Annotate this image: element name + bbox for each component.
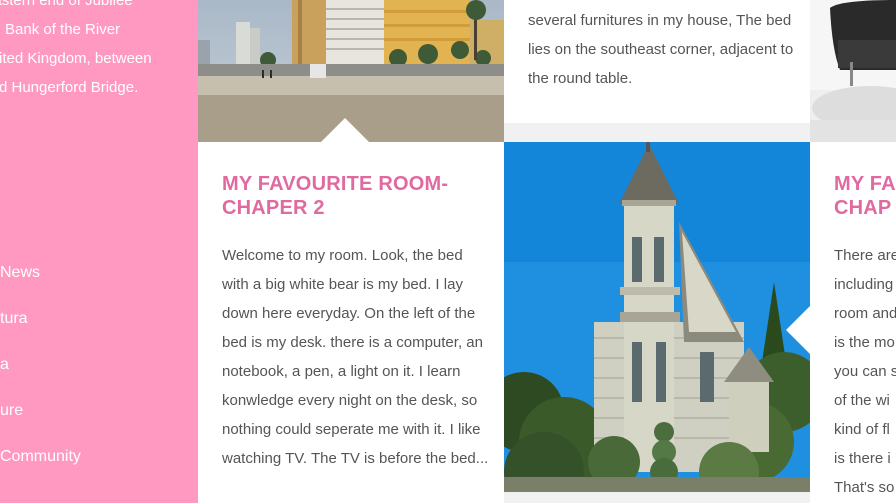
post-excerpt-line: of the wi <box>834 392 890 409</box>
post-excerpt-line: room and <box>834 305 896 322</box>
sidebar-description-line: ited Kingdom, between <box>0 50 152 67</box>
post-title[interactable]: MY FA CHAP <box>834 172 896 220</box>
post-card-favourite-room[interactable]: MY FAVOURITE ROOM-CHAPER 2 Welcome to my… <box>198 142 504 503</box>
sidebar: the eastern end of Jubilee Bank of the R… <box>0 0 198 503</box>
nav-item-a[interactable]: a <box>0 352 81 378</box>
post-image-living-room[interactable] <box>810 0 896 142</box>
post-title[interactable]: MY FAVOURITE ROOM-CHAPER 2 <box>222 172 492 220</box>
nav-item-community[interactable]: Community <box>0 444 81 470</box>
post-excerpt: Welcome to my room. Look, the bed with a… <box>222 247 489 467</box>
post-excerpt-line: is the mo <box>834 334 895 351</box>
post-excerpt-line: including <box>834 276 894 293</box>
active-post-pointer <box>321 118 369 142</box>
nav-item-nature[interactable]: ure <box>0 398 81 424</box>
post-card-furnitures[interactable]: several furnitures in my house, The bed … <box>504 0 810 123</box>
nav-item-news[interactable]: News <box>0 260 81 286</box>
active-post-pointer <box>786 306 810 354</box>
sidebar-description-line: the eastern end of Jubilee <box>0 0 133 9</box>
post-card-right[interactable]: MY FA CHAP There are including room and … <box>810 142 896 503</box>
post-excerpt-line: That's so <box>834 479 895 496</box>
sidebar-description: the eastern end of Jubilee Bank of the R… <box>0 0 192 102</box>
post-excerpt-line: you can s <box>834 363 896 380</box>
post-excerpt: several furnitures in my house, The bed … <box>528 12 794 87</box>
post-excerpt: There are including room and is the mo y… <box>834 241 896 502</box>
post-excerpt-line: is there i <box>834 450 891 467</box>
post-image-victorian-house[interactable] <box>504 142 810 492</box>
nav-item-cultura[interactable]: tura <box>0 306 81 332</box>
post-title-line: CHAP <box>834 197 892 219</box>
sidebar-nav: News tura a ure Community <box>0 260 81 490</box>
post-excerpt-line: There are <box>834 247 896 264</box>
post-excerpt-line: kind of fl <box>834 421 890 438</box>
sidebar-description-line: d Hungerford Bridge. <box>0 79 139 96</box>
sidebar-description-line: Bank of the River <box>5 21 121 38</box>
post-title-line: MY FA <box>834 173 896 195</box>
